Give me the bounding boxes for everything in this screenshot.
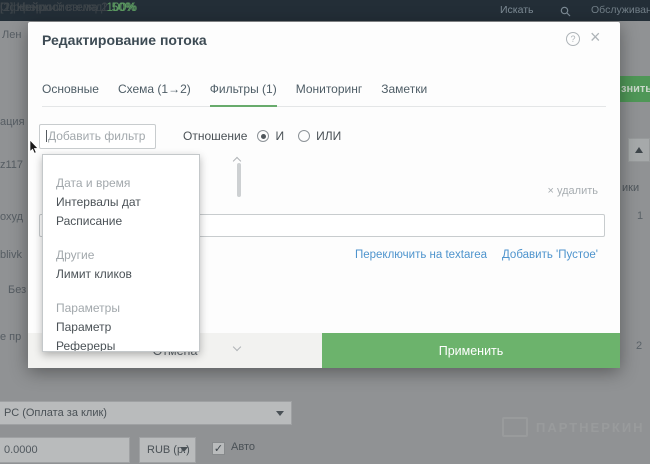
- filter-option-limit-klikov[interactable]: Лимит кликов: [43, 265, 199, 284]
- filter-links: Переключить на textarea Добавить 'Пустое…: [355, 249, 598, 261]
- bg-text-fragment: Лен: [2, 29, 21, 41]
- bg-currency-select[interactable]: RUB (р.): [139, 437, 196, 463]
- modal-title: Редактирование потока: [42, 32, 207, 48]
- bg-text-fragment: Без: [8, 284, 26, 296]
- bg-text-fragment: охуд: [0, 211, 23, 223]
- triangle-up-icon: [635, 147, 643, 153]
- tab-zametki[interactable]: Заметки: [381, 82, 427, 96]
- bg-text-fragment: е пр: [0, 331, 21, 343]
- text-caret: [46, 130, 47, 142]
- add-empty-link[interactable]: Добавить 'Пустое': [502, 249, 598, 261]
- filter-option-intervaly-dat[interactable]: Интервалы дат: [43, 193, 199, 212]
- screen: Искать Обслуживание Лен ация z117 охуд b…: [0, 0, 650, 464]
- switch-textarea-link[interactable]: Переключить на textarea: [355, 249, 487, 261]
- chevron-down-icon: [276, 411, 284, 416]
- menu-obsluzhivanie[interactable]: Обслуживание: [591, 4, 650, 16]
- relation-radio-ili-label[interactable]: ИЛИ: [316, 129, 341, 143]
- auto-checkbox[interactable]: ✓: [212, 442, 225, 455]
- filter-group-parametry[interactable]: Параметры: [43, 299, 199, 318]
- bg-text-fragment: z117: [0, 159, 23, 171]
- relation-radio-ili[interactable]: [298, 130, 310, 142]
- delete-filter-link[interactable]: × удалить: [548, 185, 598, 197]
- relation-label: Отношение: [183, 129, 247, 143]
- auto-checkbox-label: Авто: [231, 441, 255, 453]
- relation-control: Отношение И ИЛИ: [183, 129, 349, 143]
- tab-monitoring[interactable]: Мониторинг: [296, 82, 363, 96]
- bg-save-button[interactable]: знить: [620, 76, 650, 102]
- bg-column-value: 1: [637, 210, 643, 222]
- filter-option-parametr[interactable]: Параметр: [43, 318, 199, 337]
- tab-osnovnye[interactable]: Основные: [42, 82, 99, 96]
- filter-option-referery[interactable]: Рефереры: [43, 337, 199, 352]
- watermark: ПАРТНЕРКИН: [502, 417, 645, 437]
- bg-cost-type-select[interactable]: РС (Оплата за клик): [0, 401, 292, 425]
- offer-percent: 50%: [112, 0, 136, 14]
- bg-text-fragment: ация: [0, 116, 25, 128]
- filter-group-data-i-vremya[interactable]: Дата и время: [43, 174, 199, 193]
- mouse-cursor: [29, 140, 40, 160]
- filter-group-drugie[interactable]: Другие: [43, 246, 199, 265]
- close-icon[interactable]: ×: [590, 27, 601, 48]
- bg-cost-value-input[interactable]: 0.0000: [0, 437, 130, 463]
- filter-type-dropdown: Дата и время Интервалы дат Расписание Др…: [42, 154, 200, 352]
- apply-button[interactable]: Применить: [322, 333, 620, 368]
- bg-column-header-clicks: ики: [622, 182, 639, 194]
- filter-option-raspisanie[interactable]: Расписание: [43, 212, 199, 231]
- offer-row: [2] Нейросистема 250%: [0, 0, 136, 14]
- bg-column-value: 2: [636, 340, 642, 352]
- help-icon[interactable]: ?: [566, 32, 580, 46]
- tab-shema[interactable]: Схема (1→2): [118, 82, 191, 96]
- bg-text-fragment: blivk: [0, 249, 22, 261]
- relation-radio-i-label[interactable]: И: [275, 129, 284, 143]
- search-input[interactable]: Искать: [500, 4, 534, 16]
- search-icon[interactable]: [560, 4, 571, 22]
- sort-button[interactable]: [628, 138, 650, 162]
- watermark-screen-icon: [502, 417, 528, 437]
- tab-filtry[interactable]: Фильтры (1): [210, 82, 277, 96]
- add-filter-input[interactable]: Добавить фильтр: [39, 124, 156, 149]
- relation-radio-i[interactable]: [257, 130, 269, 142]
- chevron-down-icon: [180, 447, 188, 452]
- modal-tabs: Основные Схема (1→2) Фильтры (1) Монитор…: [42, 82, 606, 107]
- dropdown-scrollbar[interactable]: [237, 163, 241, 197]
